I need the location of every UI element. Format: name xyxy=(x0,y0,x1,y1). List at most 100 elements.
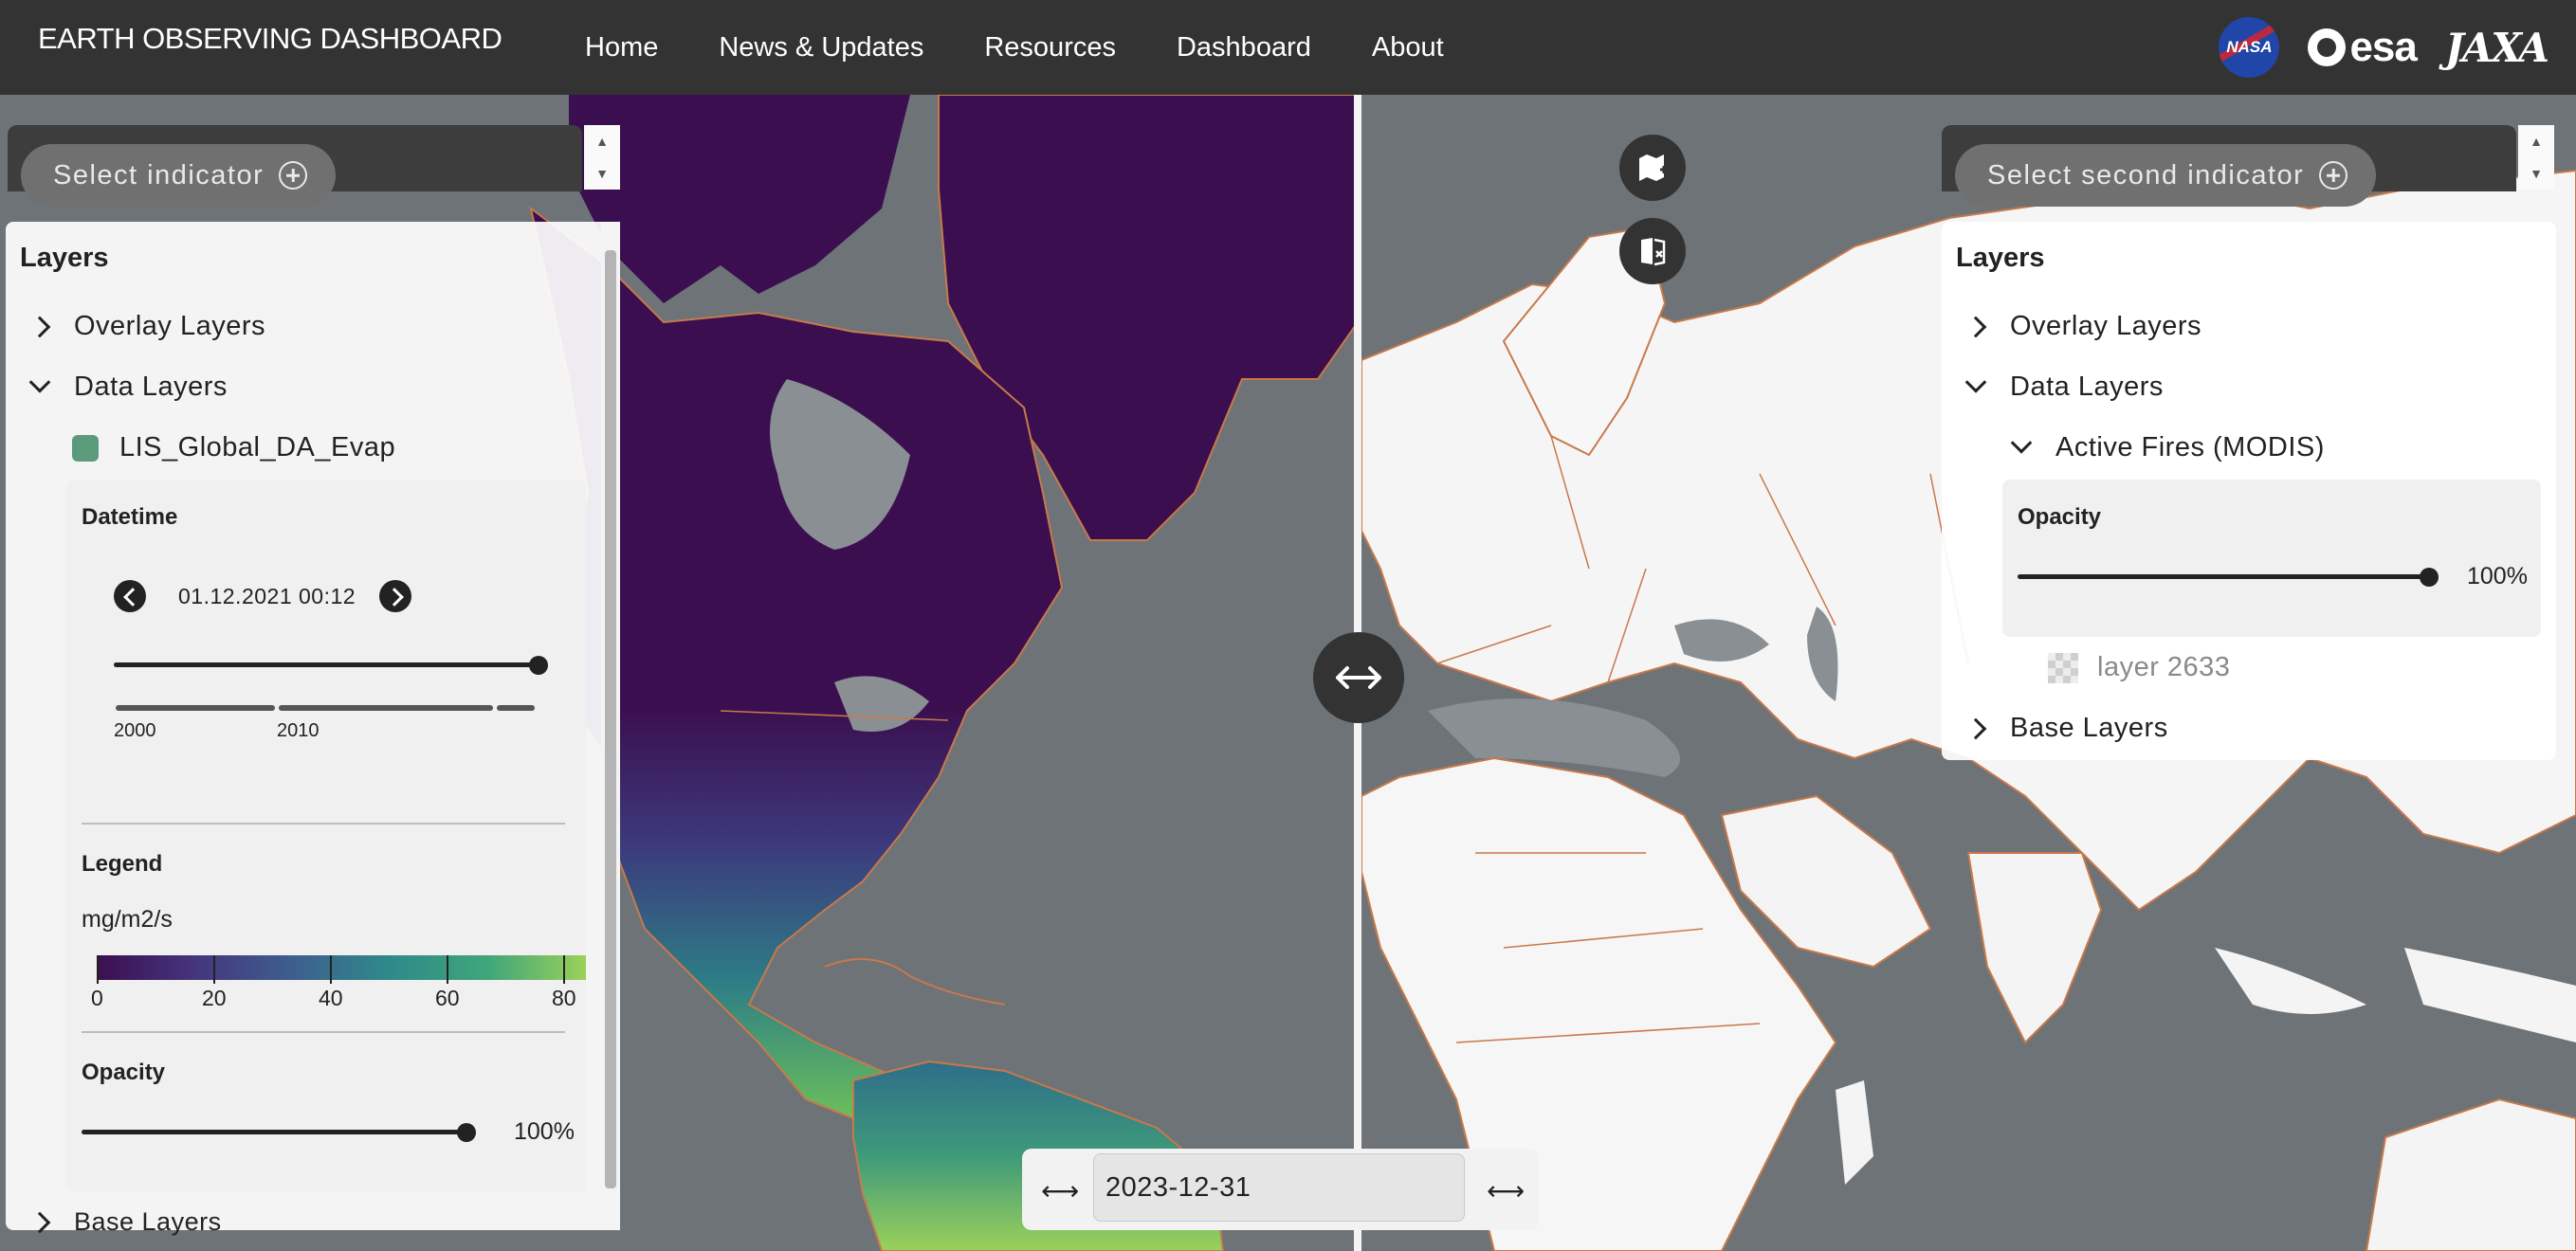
top-navigation-bar: EARTH OBSERVING DASHBOARD Home News & Up… xyxy=(0,0,2576,95)
layer-color-swatch xyxy=(72,434,99,462)
overlay-layers-label: Overlay Layers xyxy=(74,311,266,341)
opacity-slider-handle[interactable] xyxy=(457,1123,476,1142)
layer-config-card: Datetime 01.12.2021 00:12 2000 2010 Lege… xyxy=(66,480,586,1192)
compare-close-icon xyxy=(1641,238,1666,266)
legend-tick: 80 xyxy=(552,986,576,1010)
date-input[interactable]: 2023-12-31 xyxy=(1093,1153,1465,1222)
prev-date-arrow-icon[interactable]: ⟷ xyxy=(1041,1175,1079,1206)
nav-news-updates[interactable]: News & Updates xyxy=(688,28,954,66)
opacity-label: Opacity xyxy=(2018,504,2102,530)
select-second-indicator-button[interactable]: Select second indicator xyxy=(1955,144,2377,207)
map-add-icon xyxy=(1639,154,1668,181)
next-date-button[interactable] xyxy=(379,580,411,612)
sublayer-label: layer 2633 xyxy=(2097,652,2231,682)
datetime-label: Datetime xyxy=(82,504,178,530)
data-layers-toggle[interactable]: Data Layers xyxy=(1964,371,2164,403)
timeline-segment xyxy=(116,705,275,711)
opacity-slider-handle[interactable] xyxy=(2420,568,2439,587)
esa-logo-mark xyxy=(2308,28,2347,66)
remove-compare-button[interactable] xyxy=(1619,218,1686,284)
legend-tick-mark xyxy=(330,955,332,984)
layers-title: Layers xyxy=(1956,243,2045,273)
timeline-segment xyxy=(497,705,535,711)
nasa-logo[interactable]: NASA xyxy=(2219,17,2280,78)
base-layers-label: Base Layers xyxy=(74,1207,222,1236)
opacity-slider-track[interactable] xyxy=(82,1130,470,1134)
nav-resources[interactable]: Resources xyxy=(954,28,1146,66)
legend-colorbar xyxy=(97,955,586,980)
date-picker-bar: ⟷ 2023-12-31 ⟷ xyxy=(1022,1149,1539,1230)
opacity-value: 100% xyxy=(2467,563,2528,589)
scroll-down-icon[interactable]: ▼ xyxy=(2530,166,2543,181)
add-circle-icon xyxy=(279,161,308,190)
scroll-up-icon[interactable]: ▲ xyxy=(2530,134,2543,149)
next-date-arrow-icon[interactable]: ⟷ xyxy=(1487,1175,1525,1206)
legend-tick: 40 xyxy=(319,986,343,1010)
data-layers-label: Data Layers xyxy=(74,372,228,402)
chevron-right-icon xyxy=(1964,717,1987,739)
right-indicator-scroller[interactable]: ▲ ▼ xyxy=(2518,125,2554,190)
nav-dashboard[interactable]: Dashboard xyxy=(1146,28,1342,66)
section-divider xyxy=(82,1031,565,1033)
legend-tick: 0 xyxy=(91,986,103,1010)
legend-tick: 60 xyxy=(435,986,460,1010)
base-layers-toggle[interactable]: Base Layers xyxy=(1964,713,2168,744)
chevron-down-icon xyxy=(2010,431,2033,454)
chevron-right-icon xyxy=(28,316,51,337)
left-layers-panel: Layers Overlay Layers Data Layers LIS_Gl… xyxy=(6,222,620,1236)
transparency-checker-icon xyxy=(2048,652,2078,683)
nasa-logo-text: NASA xyxy=(2226,38,2273,56)
select-indicator-button[interactable]: Select indicator xyxy=(21,144,337,207)
data-layers-label: Data Layers xyxy=(2010,372,2164,402)
legend-tick: 20 xyxy=(202,986,227,1010)
double-arrow-icon xyxy=(1336,666,1381,689)
swipe-handle-icon[interactable] xyxy=(1313,632,1404,723)
overlay-layers-label: Overlay Layers xyxy=(2010,311,2202,341)
time-slider-track[interactable] xyxy=(114,662,540,667)
legend-tick-mark xyxy=(213,955,215,984)
legend-label: Legend xyxy=(82,851,163,877)
legend-tick-mark xyxy=(447,955,448,984)
datetime-value: 01.12.2021 00:12 xyxy=(178,584,356,608)
layer-name-label: LIS_Global_DA_Evap xyxy=(119,432,396,462)
scroll-down-icon[interactable]: ▼ xyxy=(595,166,609,181)
legend-tick-mark xyxy=(563,955,565,984)
nav-about[interactable]: About xyxy=(1342,28,1474,66)
overlay-layers-toggle[interactable]: Overlay Layers xyxy=(1964,311,2202,342)
base-layers-toggle[interactable]: Base Layers xyxy=(28,1207,222,1237)
add-map-button[interactable] xyxy=(1619,135,1686,201)
right-layers-panel: Layers Overlay Layers Data Layers Active… xyxy=(1942,222,2556,760)
sublayer-item[interactable]: layer 2633 xyxy=(2048,652,2230,683)
active-fires-layer-toggle[interactable]: Active Fires (MODIS) xyxy=(2010,431,2325,463)
timeline-tick: 2000 xyxy=(114,720,156,741)
chevron-down-icon xyxy=(28,371,51,393)
left-indicator-scroller[interactable]: ▲ ▼ xyxy=(584,125,620,190)
legend-tick-mark xyxy=(97,955,99,984)
panel-scrollbar-thumb[interactable] xyxy=(605,250,616,1188)
time-slider-handle[interactable] xyxy=(529,656,548,675)
layer-item-lis-evap[interactable]: LIS_Global_DA_Evap xyxy=(72,432,395,463)
opacity-slider-track[interactable] xyxy=(2018,574,2431,579)
select-indicator-label: Select indicator xyxy=(53,159,265,190)
site-title[interactable]: EARTH OBSERVING DASHBOARD xyxy=(38,22,502,56)
opacity-label: Opacity xyxy=(82,1060,166,1085)
esa-logo[interactable]: esa xyxy=(2308,24,2418,71)
main-nav: Home News & Updates Resources Dashboard … xyxy=(555,0,1474,95)
data-layers-toggle[interactable]: Data Layers xyxy=(28,371,228,403)
section-divider xyxy=(82,823,565,825)
select-second-indicator-label: Select second indicator xyxy=(1987,159,2305,190)
active-fires-label: Active Fires (MODIS) xyxy=(2055,432,2325,462)
timeline-tick: 2010 xyxy=(277,720,320,741)
chevron-right-icon xyxy=(1964,316,1987,337)
overlay-layers-toggle[interactable]: Overlay Layers xyxy=(28,311,266,342)
prev-date-button[interactable] xyxy=(114,580,146,612)
scroll-up-icon[interactable]: ▲ xyxy=(595,134,609,149)
timeline-segment xyxy=(279,705,493,711)
nav-home[interactable]: Home xyxy=(555,28,688,66)
add-circle-icon xyxy=(2319,161,2348,190)
chevron-right-icon xyxy=(28,1211,51,1233)
jaxa-logo[interactable]: JAXA xyxy=(2445,25,2549,71)
partner-logos: NASA esa JAXA xyxy=(2219,0,2549,95)
legend-unit: mg/m2/s xyxy=(82,906,173,933)
opacity-value: 100% xyxy=(514,1118,575,1145)
